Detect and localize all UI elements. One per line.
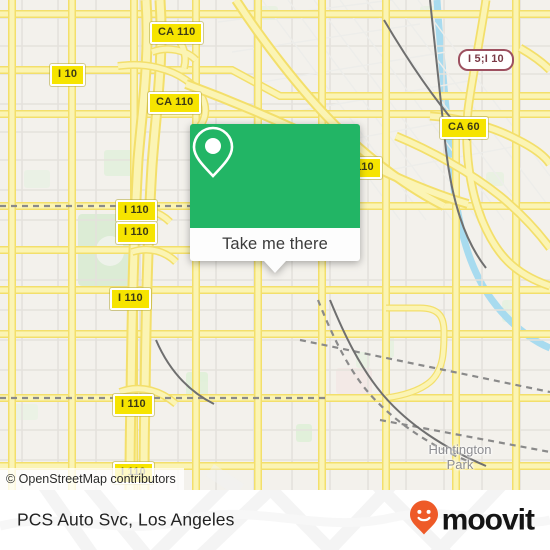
shield-ca-110-north: CA 110: [150, 22, 204, 44]
moovit-wordmark: moovit: [441, 503, 535, 536]
shield-ca-60: CA 60: [440, 117, 488, 139]
moovit-logo[interactable]: moovit: [409, 500, 535, 541]
footer-bar: PCS Auto Svc, Los Angeles moovit: [0, 490, 550, 550]
shield-ca-110-south: CA 110: [148, 92, 202, 114]
map-attribution[interactable]: © OpenStreetMap contributors: [0, 468, 184, 490]
shield-i-110-b: I 110: [116, 222, 157, 244]
moovit-map-screenshot: .mj{stroke:#f3df6b;fill:none;} /* major …: [0, 0, 550, 550]
attribution-text: © OpenStreetMap contributors: [6, 472, 176, 486]
destination-callout-card[interactable]: Take me there: [190, 124, 360, 273]
take-me-there-label: Take me there: [222, 235, 328, 253]
shield-i-110-c: I 110: [110, 288, 151, 310]
shield-i-110-a: I 110: [116, 200, 157, 222]
moovit-smiley-pin-icon: [409, 500, 439, 541]
map-canvas[interactable]: .mj{stroke:#f3df6b;fill:none;} /* major …: [0, 0, 550, 490]
callout-icon-area: [190, 124, 360, 228]
take-me-there-button[interactable]: Take me there: [190, 228, 360, 261]
callout-pointer-tail: [264, 261, 286, 273]
place-label-huntington-park: Huntington Park: [428, 442, 492, 472]
shield-i-110-d: I 110: [113, 394, 154, 416]
shield-i-5-i-10: I 5;I 10: [458, 49, 514, 71]
shield-i-10: I 10: [50, 64, 86, 86]
location-title: PCS Auto Svc, Los Angeles: [17, 509, 235, 530]
